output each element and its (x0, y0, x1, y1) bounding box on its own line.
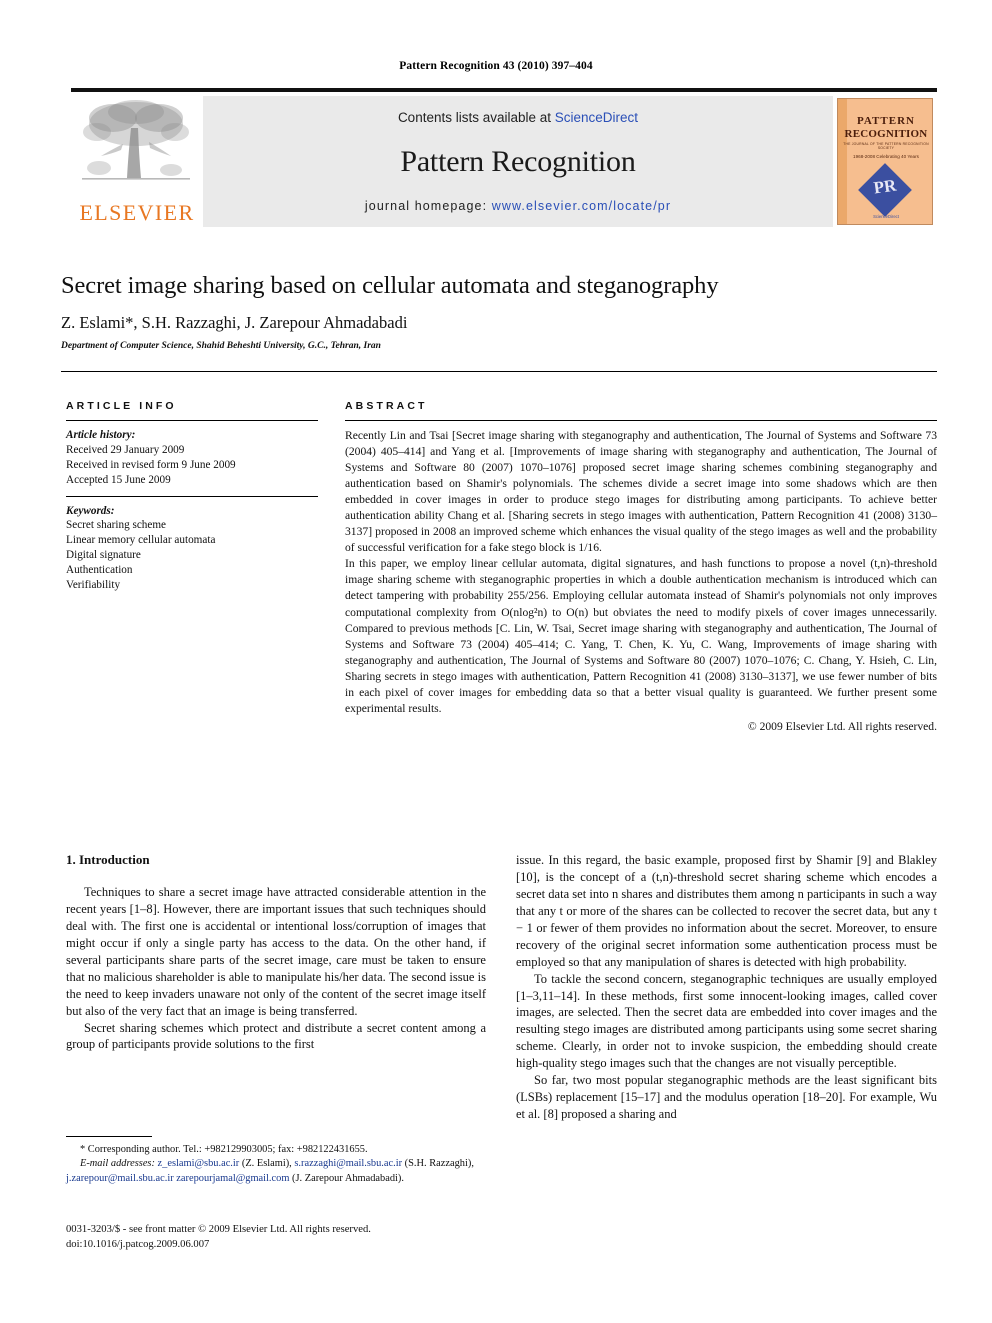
paragraph: issue. In this regard, the basic example… (516, 853, 937, 969)
journal-cover-thumbnail: PATTERN RECOGNITION THE JOURNAL OF THE P… (833, 96, 937, 227)
article-info-divider-mid (66, 495, 318, 497)
masthead-center: Contents lists available at ScienceDirec… (203, 96, 833, 227)
article-history-item: Accepted 15 June 2009 (66, 473, 171, 486)
homepage-prefix: journal homepage: (364, 199, 492, 213)
contents-prefix: Contents lists available at (397, 110, 555, 125)
cover-title-line1: PATTERN (857, 115, 915, 127)
keyword-item: Digital signature (66, 549, 141, 562)
intro-right-text: issue. In this regard, the basic example… (516, 852, 937, 1123)
article-info-column: ARTICLE INFO Article history: Received 2… (66, 400, 318, 593)
intro-left-text: Techniques to share a secret image have … (66, 884, 486, 1053)
email-owner-1: (Z. Eslami), (241, 1158, 292, 1170)
sciencedirect-link[interactable]: ScienceDirect (555, 110, 638, 125)
paragraph: Secret sharing schemes which protect and… (66, 1020, 486, 1052)
abstract-label: ABSTRACT (345, 400, 428, 412)
cover-subtitle: THE JOURNAL OF THE PATTERN RECOGNITION S… (843, 142, 929, 150)
article-history-heading: Article history: (66, 429, 136, 441)
paragraph: To tackle the second concern, steganogra… (516, 971, 937, 1071)
body-column-left: 1. Introduction Techniques to share a se… (66, 852, 486, 1053)
keyword-item: Verifiability (66, 579, 121, 592)
journal-title: Pattern Recognition (400, 145, 636, 178)
abstract-divider (345, 420, 937, 421)
article-info-label: ARTICLE INFO (66, 400, 177, 412)
journal-masthead: ELSEVIER Contents lists available at Sci… (71, 88, 937, 227)
email-link-2[interactable]: s.razzaghi@mail.sbu.ac.ir (294, 1158, 402, 1169)
contents-available-line: Contents lists available at ScienceDirec… (398, 110, 638, 125)
body-column-right: issue. In this regard, the basic example… (516, 852, 937, 1123)
email-label: E-mail addresses: (80, 1158, 155, 1170)
email-link-3[interactable]: j.zarepour@mail.sbu.ac.ir (66, 1173, 174, 1184)
abstract-body: Recently Lin and Tsai [Secret image shar… (345, 428, 937, 735)
footnote-divider (66, 1136, 152, 1137)
issn-copyright-line: 0031-3203/$ - see front matter © 2009 El… (66, 1224, 371, 1235)
article-history-item: Received in revised form 9 June 2009 (66, 458, 236, 471)
abstract-copyright: © 2009 Elsevier Ltd. All rights reserved… (747, 719, 937, 733)
title-divider (61, 371, 937, 372)
article-info-divider-top (66, 420, 318, 421)
article-page: Pattern Recognition 43 (2010) 397–404 EL… (0, 0, 992, 1323)
journal-homepage-link[interactable]: www.elsevier.com/locate/pr (492, 199, 671, 213)
email-addresses-note: E-mail addresses: z_eslami@sbu.ac.ir (Z.… (66, 1157, 490, 1186)
cover-anniversary: 1968-2008 Celebrating 40 Years (853, 154, 919, 159)
cover-artwork: PATTERN RECOGNITION THE JOURNAL OF THE P… (837, 98, 933, 225)
footnote-block: * Corresponding author. Tel.: +982129903… (66, 1143, 490, 1186)
section-heading-introduction: 1. Introduction (66, 852, 150, 867)
email-link-1[interactable]: z_eslami@sbu.ac.ir (158, 1158, 240, 1169)
cover-title-line2: RECOGNITION (844, 128, 928, 140)
keyword-item: Secret sharing scheme (66, 519, 167, 532)
cover-sciencedirect-label: ScienceDirect (873, 214, 899, 219)
article-title: Secret image sharing based on cellular a… (61, 272, 719, 299)
email-link-4[interactable]: zarepourjamal@gmail.com (176, 1173, 289, 1184)
email-owner-2: (S.H. Razzaghi), (404, 1158, 474, 1170)
abstract-paragraph: Recently Lin and Tsai [Secret image shar… (345, 429, 937, 555)
author-affiliation: Department of Computer Science, Shahid B… (61, 341, 381, 351)
journal-homepage-line: journal homepage: www.elsevier.com/locat… (365, 199, 671, 213)
article-history-item: Received 29 January 2009 (66, 443, 185, 456)
keyword-item: Authentication (66, 564, 133, 577)
article-history-block: Article history: Received 29 January 200… (66, 428, 318, 488)
keywords-heading: Keywords: (66, 504, 115, 517)
doi-line: doi:10.1016/j.patcog.2009.06.007 (66, 1239, 210, 1251)
keywords-block: Keywords: Secret sharing scheme Linear m… (66, 504, 318, 593)
article-authors: Z. Eslami*, S.H. Razzaghi, J. Zarepour A… (61, 313, 408, 332)
elsevier-wordmark: ELSEVIER (79, 200, 195, 225)
paragraph: So far, two most popular steganographic … (516, 1073, 937, 1122)
imprint-block: 0031-3203/$ - see front matter © 2009 El… (66, 1222, 490, 1252)
keyword-item: Linear memory cellular automata (66, 534, 216, 547)
elsevier-tree-icon (82, 100, 190, 180)
abstract-column: ABSTRACT Recently Lin and Tsai [Secret i… (345, 400, 937, 735)
corresponding-author-note: * Corresponding author. Tel.: +982129903… (80, 1144, 368, 1155)
elsevier-logo: ELSEVIER (71, 96, 203, 227)
running-head: Pattern Recognition 43 (2010) 397–404 (399, 60, 593, 72)
abstract-paragraph: In this paper, we employ linear cellular… (345, 557, 937, 715)
email-owner-4: (J. Zarepour Ahmadabadi). (292, 1172, 404, 1184)
paragraph: Techniques to share a secret image have … (66, 885, 486, 1018)
